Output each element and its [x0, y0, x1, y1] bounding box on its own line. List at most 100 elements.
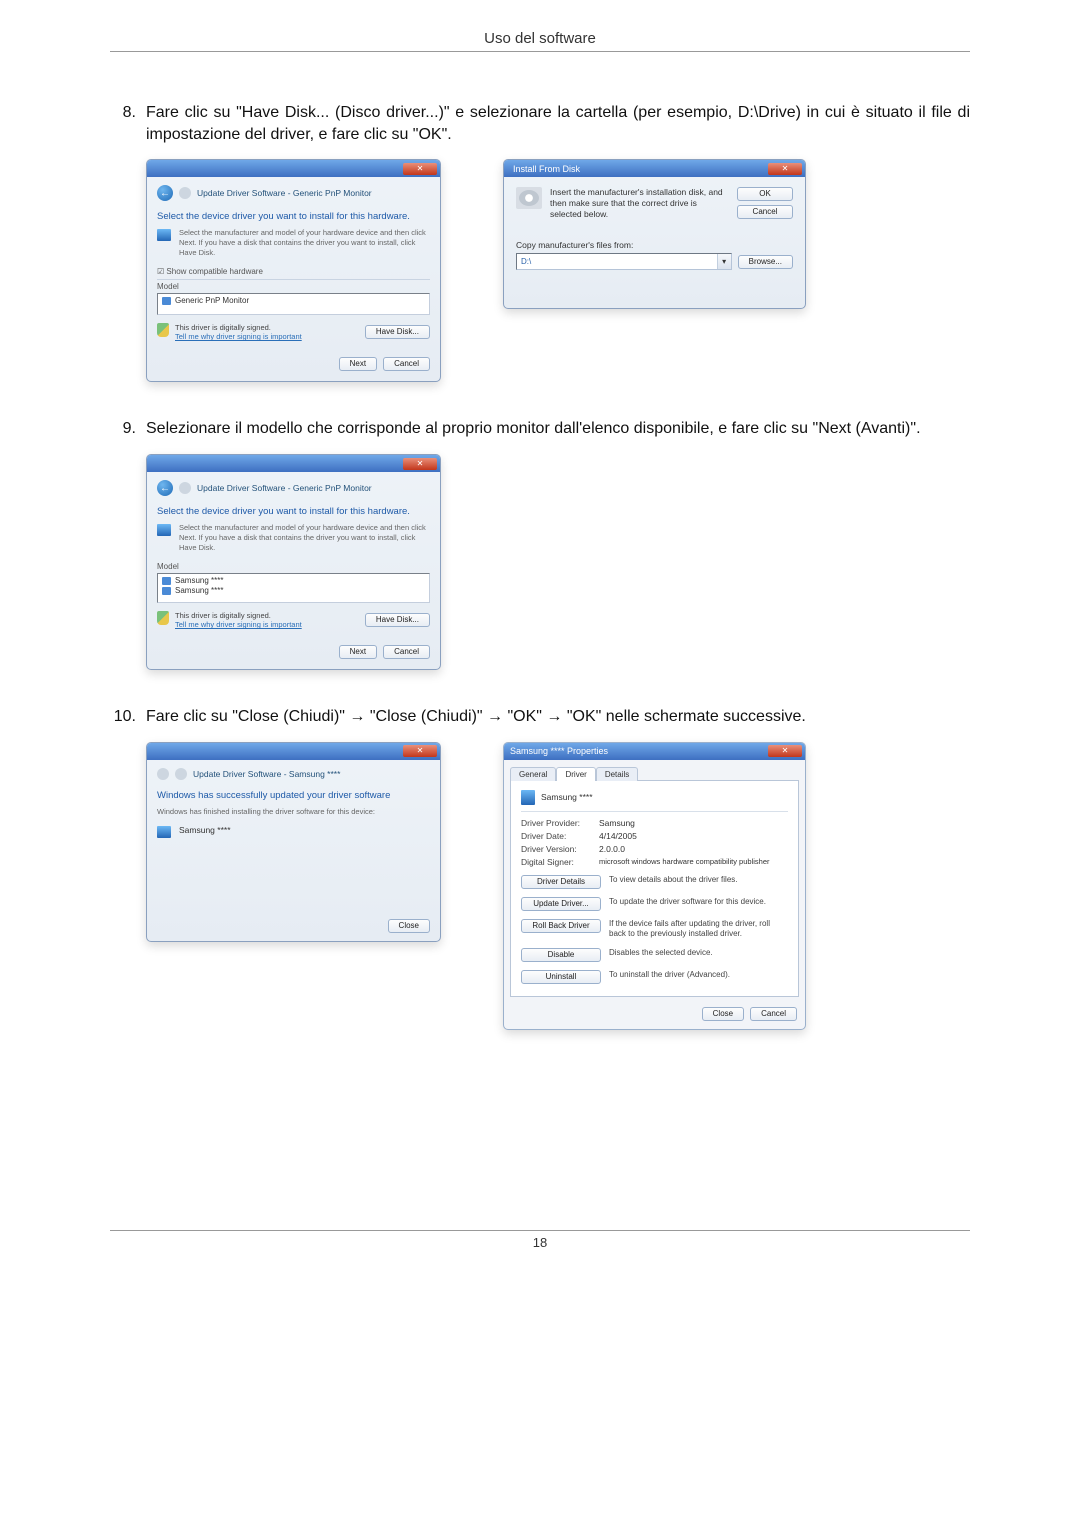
- step-text: Selezionare il modello che corrisponde a…: [146, 418, 970, 440]
- ok-button[interactable]: OK: [737, 187, 793, 201]
- close-icon[interactable]: ✕: [403, 163, 437, 175]
- disable-button[interactable]: Disable: [521, 948, 601, 962]
- path-value: D:\: [517, 257, 717, 266]
- cancel-button[interactable]: Cancel: [383, 645, 430, 659]
- wizard-subtext-row: Select the manufacturer and model of you…: [157, 523, 430, 552]
- wizard-subtext: Windows has finished installing the driv…: [157, 807, 430, 817]
- footer-buttons: Next Cancel: [157, 645, 430, 659]
- driver-details-desc: To view details about the driver files.: [609, 875, 738, 885]
- path-combobox[interactable]: D:\ ▾: [516, 253, 732, 270]
- signature-link[interactable]: Tell me why driver signing is important: [175, 332, 302, 341]
- wizard-subtext: Select the manufacturer and model of you…: [179, 228, 430, 257]
- close-icon[interactable]: ✕: [403, 745, 437, 757]
- back-icon: [157, 768, 169, 780]
- divider: [157, 279, 430, 280]
- tab-panel-driver: Samsung **** Driver Provider:Samsung Dri…: [510, 780, 799, 997]
- wizard-heading: Select the device driver you want to ins…: [157, 506, 430, 517]
- monitor-icon: [157, 524, 171, 536]
- close-icon[interactable]: ✕: [768, 745, 802, 757]
- wizard-subtext-row: Select the manufacturer and model of you…: [157, 228, 430, 257]
- titlebar: ✕: [147, 455, 440, 472]
- list-item[interactable]: Generic PnP Monitor: [162, 296, 425, 305]
- figure-row-step10: ✕ Update Driver Software - Samsung **** …: [146, 742, 970, 1030]
- breadcrumb: ← Update Driver Software - Generic PnP M…: [157, 480, 430, 502]
- model-list[interactable]: Samsung **** Samsung ****: [157, 573, 430, 603]
- version-label: Driver Version:: [521, 844, 599, 854]
- back-icon[interactable]: ←: [157, 185, 173, 201]
- tab-details[interactable]: Details: [596, 767, 638, 781]
- page-number: 18: [110, 1235, 970, 1250]
- forward-icon: [179, 482, 191, 494]
- version-value: 2.0.0.0: [599, 844, 625, 854]
- browse-button[interactable]: Browse...: [738, 255, 793, 269]
- close-button[interactable]: Close: [388, 919, 430, 933]
- driver-details-button[interactable]: Driver Details: [521, 875, 601, 889]
- update-driver-desc: To update the driver software for this d…: [609, 897, 766, 907]
- titlebar: ✕: [147, 160, 440, 177]
- back-icon[interactable]: ←: [157, 480, 173, 496]
- breadcrumb-text: Update Driver Software - Generic PnP Mon…: [197, 483, 372, 493]
- roll-back-button[interactable]: Roll Back Driver: [521, 919, 601, 933]
- provider-value: Samsung: [599, 818, 635, 828]
- step-number: 10.: [110, 706, 146, 728]
- shield-icon: [157, 323, 169, 337]
- window-update-driver-samsung: ✕ ← Update Driver Software - Generic PnP…: [146, 454, 441, 670]
- window-title: Samsung **** Properties: [510, 746, 608, 756]
- have-disk-button[interactable]: Have Disk...: [365, 325, 430, 339]
- wizard-heading: Windows has successfully updated your dr…: [157, 790, 430, 801]
- signer-value: microsoft windows hardware compatibility…: [599, 857, 770, 867]
- list-item-label: Samsung ****: [175, 576, 223, 585]
- next-button[interactable]: Next: [339, 357, 377, 371]
- dialog-install-from-disk: Install From Disk ✕ Insert the manufactu…: [503, 159, 806, 309]
- chevron-down-icon[interactable]: ▾: [717, 254, 731, 269]
- device-header: Samsung ****: [521, 789, 788, 812]
- next-button[interactable]: Next: [339, 645, 377, 659]
- cancel-button[interactable]: Cancel: [737, 205, 793, 219]
- breadcrumb: ← Update Driver Software - Generic PnP M…: [157, 185, 430, 207]
- footer-buttons: Next Cancel: [157, 357, 430, 371]
- dialog-body: Insert the manufacturer's installation d…: [504, 177, 805, 282]
- header-rule: [110, 51, 970, 52]
- close-button[interactable]: Close: [702, 1007, 744, 1021]
- tab-general[interactable]: General: [510, 767, 556, 781]
- list-item[interactable]: Samsung ****: [162, 576, 425, 585]
- dialog-title: Install From Disk: [507, 164, 768, 174]
- properties-footer: Close Cancel: [504, 1003, 805, 1029]
- update-driver-button[interactable]: Update Driver...: [521, 897, 601, 911]
- close-icon[interactable]: ✕: [403, 458, 437, 470]
- uninstall-button[interactable]: Uninstall: [521, 970, 601, 984]
- step-8: 8. Fare clic su "Have Disk... (Disco dri…: [110, 102, 970, 145]
- monitor-icon: [157, 826, 171, 838]
- monitor-icon: [521, 790, 535, 805]
- signer-label: Digital Signer:: [521, 857, 599, 867]
- close-icon[interactable]: ✕: [768, 163, 802, 175]
- cancel-button[interactable]: Cancel: [750, 1007, 797, 1021]
- tab-strip: General Driver Details: [504, 766, 805, 780]
- device-name: Samsung ****: [179, 825, 231, 838]
- date-value: 4/14/2005: [599, 831, 637, 841]
- tab-driver[interactable]: Driver: [556, 767, 595, 781]
- model-list[interactable]: Generic PnP Monitor: [157, 293, 430, 315]
- step-text: Fare clic su "Have Disk... (Disco driver…: [146, 102, 970, 145]
- window-body: ← Update Driver Software - Generic PnP M…: [147, 177, 440, 381]
- cancel-button[interactable]: Cancel: [383, 357, 430, 371]
- wizard-heading: Select the device driver you want to ins…: [157, 211, 430, 222]
- breadcrumb-text: Update Driver Software - Generic PnP Mon…: [197, 188, 372, 198]
- titlebar: Install From Disk ✕: [504, 160, 805, 177]
- titlebar: ✕: [147, 743, 440, 760]
- signature-text: This driver is digitally signed.: [175, 611, 302, 620]
- breadcrumb-text: Update Driver Software - Samsung ****: [193, 769, 340, 779]
- model-header: Model: [157, 282, 430, 291]
- have-disk-button[interactable]: Have Disk...: [365, 613, 430, 627]
- signature-link[interactable]: Tell me why driver signing is important: [175, 620, 302, 629]
- monitor-icon: [157, 229, 171, 241]
- show-compatible-checkbox[interactable]: ☑ Show compatible hardware: [157, 267, 430, 276]
- show-compatible-label: Show compatible hardware: [166, 267, 263, 276]
- model-header: Model: [157, 562, 430, 571]
- step-text: Fare clic su "Close (Chiudi)" → "Close (…: [146, 706, 970, 728]
- copy-from-label: Copy manufacturer's files from:: [516, 240, 793, 250]
- shield-icon: [157, 611, 169, 625]
- list-item[interactable]: Samsung ****: [162, 586, 425, 595]
- figure-row-step8: ✕ ← Update Driver Software - Generic PnP…: [146, 159, 970, 382]
- monitor-icon: [162, 587, 171, 595]
